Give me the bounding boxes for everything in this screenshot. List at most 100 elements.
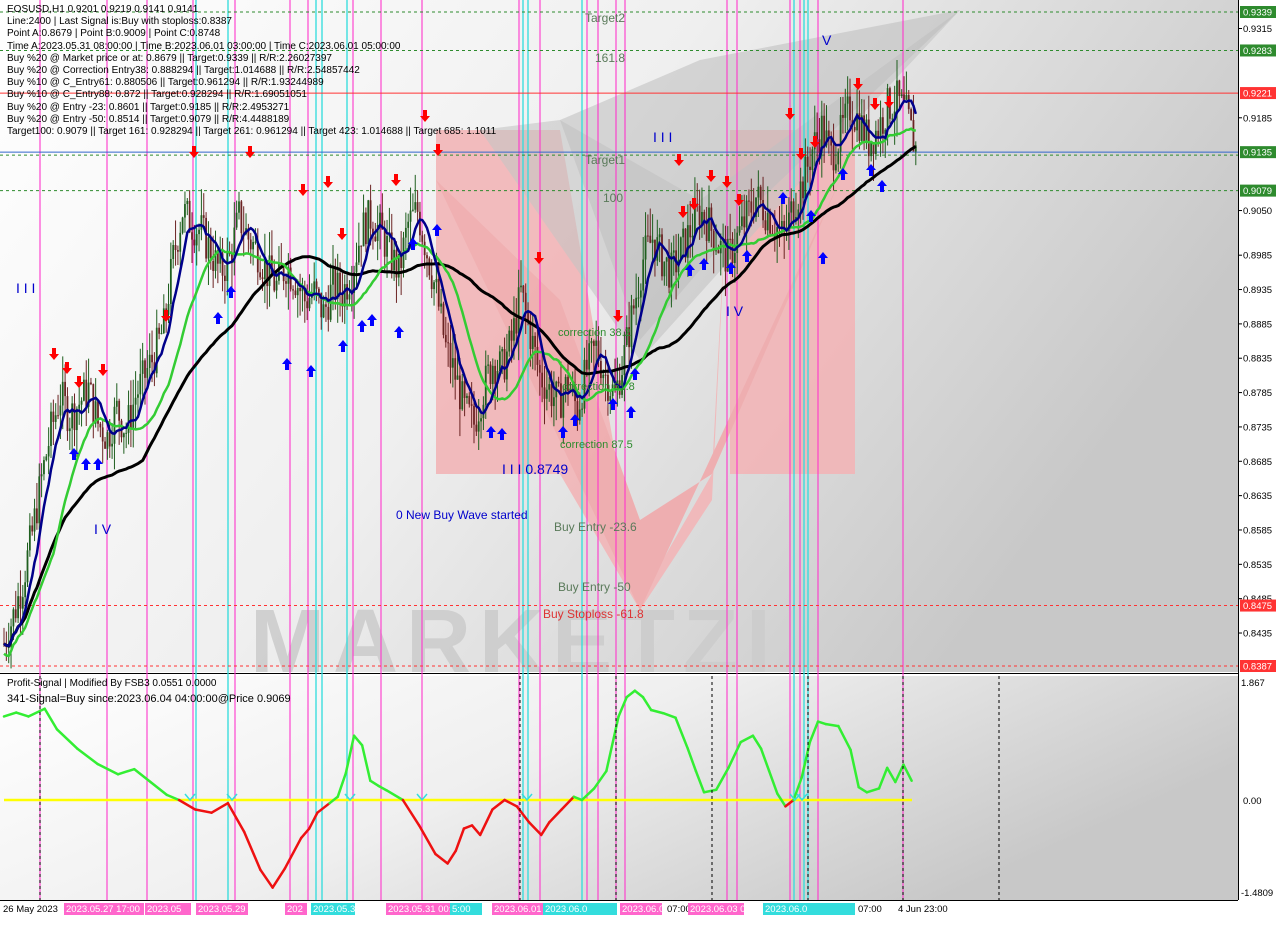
candle-body: [292, 289, 294, 291]
price-badge-label: 0.8475: [1243, 601, 1272, 612]
candle-body: [423, 241, 426, 256]
candle-body: [520, 285, 522, 288]
candle-body: [66, 396, 69, 432]
candle-body: [426, 255, 428, 259]
candle-body: [557, 381, 560, 384]
candle-body: [609, 396, 612, 401]
candle-body: [12, 609, 15, 627]
candle-body: [435, 278, 438, 283]
candle-body: [741, 216, 743, 227]
candle-body: [553, 397, 555, 407]
candle-body: [130, 405, 132, 429]
price-tick-label: 0.8785: [1243, 388, 1272, 399]
candle-body: [780, 221, 783, 228]
label-wave-i: I I I: [16, 280, 35, 296]
candle-body: [419, 211, 421, 236]
time-label: 2023.05: [147, 904, 181, 915]
candle-body: [896, 80, 898, 112]
time-label: 202: [287, 904, 303, 915]
candle-body: [179, 232, 182, 252]
candle-body: [433, 282, 435, 290]
candle-body: [717, 250, 720, 254]
candle-body: [459, 375, 461, 410]
oscillator-signal-text: 341-Signal=Buy since:2023.06.04 04:00:00…: [7, 693, 291, 705]
candle-body: [139, 373, 142, 395]
candle-body: [750, 201, 753, 213]
time-label: 2023.06.0: [765, 904, 807, 915]
candle-body: [738, 226, 741, 233]
candle-body: [195, 234, 198, 246]
candle-body: [339, 272, 341, 295]
candle-body: [125, 432, 128, 434]
time-label: 2023.05.29 01:00: [198, 904, 272, 915]
candle-body: [729, 238, 732, 240]
candle-body: [790, 201, 793, 213]
candle-body: [882, 117, 884, 134]
candle-body: [639, 290, 642, 298]
oscillator-panel-bg: [0, 676, 1238, 900]
candle-body: [205, 217, 207, 259]
label-buy-stoploss: Buy Stoploss -61.8: [543, 607, 644, 621]
candle-body: [440, 303, 442, 307]
candle-body: [630, 305, 633, 348]
candle-body: [362, 212, 365, 247]
candle-body: [174, 245, 177, 251]
price-badge-label: 0.9079: [1243, 186, 1272, 197]
candle-body: [647, 235, 649, 237]
price-tick-label: 0.8435: [1243, 629, 1272, 640]
candle-body: [315, 281, 318, 289]
candle-body: [642, 259, 645, 291]
candle-body: [52, 411, 55, 422]
candle-body: [898, 80, 901, 97]
candle-body: [442, 303, 445, 335]
candle-body: [348, 294, 351, 300]
label-buy-entry-50: Buy Entry -50: [558, 580, 631, 594]
candle-body: [80, 400, 83, 405]
candle-body: [294, 290, 297, 296]
label-new-wave: 0 New Buy Wave started: [396, 508, 528, 522]
candle-body: [682, 228, 685, 238]
time-label: 2023.06.0: [545, 904, 587, 915]
candle-body: [33, 508, 36, 532]
candle-body: [386, 235, 388, 257]
info-line: Time A:2023.05.31 08:00:00 | Time B:2023…: [7, 40, 401, 52]
price-tick-label: 0.9185: [1243, 113, 1272, 124]
candle-body: [649, 235, 652, 243]
candle-body: [31, 525, 34, 532]
time-label: 26 May 2023: [3, 904, 58, 915]
candle-body: [792, 201, 795, 222]
candle-body: [92, 384, 95, 424]
candle-body: [451, 358, 454, 368]
candle-body: [235, 212, 238, 228]
candle-body: [762, 200, 764, 221]
price-tick-label: 0.8585: [1243, 525, 1272, 536]
candle-body: [910, 109, 912, 121]
candle-body: [743, 216, 746, 228]
candle-body: [275, 280, 278, 291]
candle-body: [769, 213, 771, 234]
signal-info-panel: EOSUSD,H1 0.9201 0.9219 0.9141 0.9141 Li…: [7, 4, 496, 138]
candle-body: [24, 582, 27, 598]
candle-body: [592, 341, 595, 346]
candle-body: [708, 207, 710, 241]
candle-body: [144, 360, 146, 378]
candle-body: [57, 415, 59, 417]
candle-body: [191, 232, 193, 240]
candle-body: [522, 285, 525, 293]
candle-body: [122, 433, 125, 438]
candle-body: [158, 327, 160, 334]
candle-body: [202, 215, 205, 218]
candle-body: [17, 596, 19, 619]
candle-body: [487, 364, 489, 366]
candle-body: [61, 381, 64, 406]
candle-body: [118, 400, 121, 421]
candle-body: [263, 260, 266, 280]
candle-body: [595, 340, 598, 346]
candle-body: [585, 359, 588, 370]
price-tick-label: 0.9050: [1243, 206, 1272, 217]
candle-body: [132, 404, 135, 429]
candle-body: [524, 292, 527, 311]
candle-body: [827, 130, 830, 137]
price-badge-label: 0.9135: [1243, 148, 1272, 159]
candle-body: [853, 127, 856, 131]
